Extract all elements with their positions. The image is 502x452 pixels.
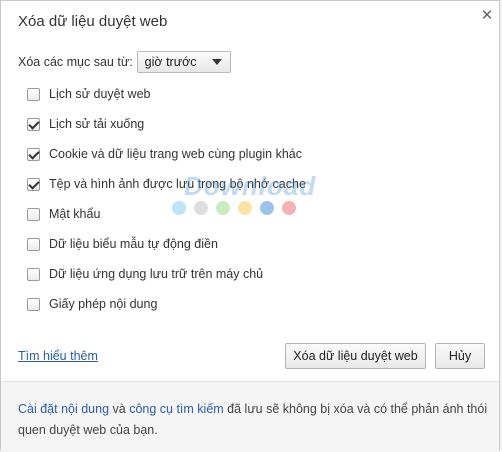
checkbox[interactable] [27,117,40,131]
checkbox[interactable] [27,177,40,191]
option-browsing-history[interactable]: Lịch sử duyệt web [27,86,150,102]
watermark-dot [260,201,274,215]
option-label: Cookie và dữ liệu trang web cùng plugin … [49,147,302,161]
footer-and: và [109,402,130,416]
dialog-title: Xóa dữ liệu duyệt web [18,13,168,30]
watermark-dot [282,201,296,215]
checkbox[interactable] [27,87,40,101]
search-engines-link[interactable]: công cụ tìm kiếm [129,402,223,416]
option-download-history[interactable]: Lịch sử tải xuống [27,116,144,132]
checkbox[interactable] [27,297,40,311]
option-label: Mật khẩu [49,207,101,221]
option-passwords[interactable]: Mật khẩu [27,206,100,222]
checkbox[interactable] [27,207,40,221]
checkbox[interactable] [27,237,40,251]
content-settings-link[interactable]: Cài đặt nội dung [18,402,109,416]
option-content-licenses[interactable]: Giấy phép nội dung [27,296,157,312]
watermark-logo: Download [184,171,317,201]
watermark-dot [238,201,252,215]
period-row: Xóa các mục sau từ: giờ trước [18,51,231,73]
chevron-down-icon [211,59,222,65]
option-label: Giấy phép nội dung [49,297,158,311]
period-label: Xóa các mục sau từ: [18,55,133,69]
checkbox[interactable] [27,147,40,161]
learn-more-link[interactable]: Tìm hiểu thêm [18,349,98,363]
option-label: Dữ liệu biểu mẫu tự động điền [49,237,218,251]
close-icon[interactable]: ✕ [479,8,495,24]
period-value: giờ trước [144,55,197,69]
option-cookies[interactable]: Cookie và dữ liệu trang web cùng plugin … [27,146,302,162]
clear-browsing-data-button[interactable]: Xóa dữ liệu duyệt web [285,343,426,369]
watermark-dot [194,201,208,215]
watermark-dot [172,201,186,215]
footer: Cài đặt nội dung và công cụ tìm kiếm đã … [1,381,499,450]
footer-note: Cài đặt nội dung và công cụ tìm kiếm đã … [18,399,488,441]
checkbox[interactable] [27,267,40,281]
option-autofill[interactable]: Dữ liệu biểu mẫu tự động điền [27,236,218,252]
watermark-dots [172,201,304,215]
watermark-dot [216,201,230,215]
option-label: Dữ liệu ứng dụng lưu trữ trên máy chủ [49,267,264,281]
period-select[interactable]: giờ trước [136,51,231,73]
option-label: Lịch sử duyệt web [49,87,151,101]
cancel-button[interactable]: Hủy [435,343,485,369]
option-label: Lịch sử tải xuống [49,117,145,131]
clear-browsing-data-dialog: Xóa dữ liệu duyệt web ✕ Xóa các mục sau … [0,0,500,450]
option-hosted-app-data[interactable]: Dữ liệu ứng dụng lưu trữ trên máy chủ [27,266,263,282]
